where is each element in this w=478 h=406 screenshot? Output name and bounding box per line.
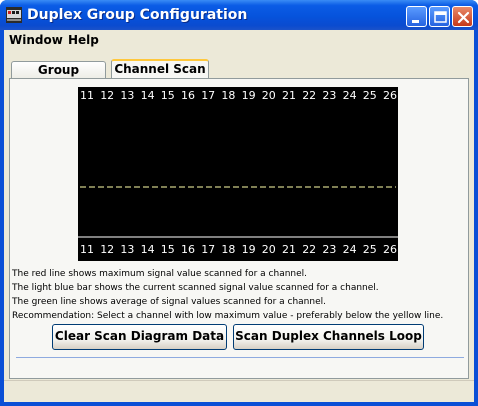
note-recommendation: Recommendation: Select a channel with lo… <box>12 311 444 321</box>
tab-strip: Group Identity Channel Scan <box>4 59 474 91</box>
channel-tick-bottom: 12 <box>100 243 115 256</box>
menu-window[interactable]: Window <box>9 33 63 47</box>
channel-tick-bottom: 18 <box>221 243 236 256</box>
status-bar <box>4 380 474 402</box>
maximize-icon <box>434 11 447 23</box>
channel-tick-bottom: 13 <box>120 243 135 256</box>
scan-channels-loop-button[interactable]: Scan Duplex Channels Loop <box>233 324 424 350</box>
channel-tick-bottom: 25 <box>362 243 377 256</box>
channel-tick-bottom: 14 <box>140 243 155 256</box>
menu-help[interactable]: Help <box>68 33 99 47</box>
tab-group-identity[interactable]: Group Identity <box>11 61 106 91</box>
note-green-line: The green line shows average of signal v… <box>12 297 326 307</box>
channel-scan-panel: 11 12 13 14 15 16 17 18 19 20 21 22 23 24 25 26 11 12 13 1… <box>9 78 469 379</box>
scan-diagram: 11 12 13 14 15 16 17 18 19 20 21 22 23 24 25 26 11 12 13 1… <box>78 87 398 261</box>
application-window: Duplex Group Configuration Window Help G… <box>0 0 478 406</box>
channel-tick-bottom: 26 <box>383 243 397 256</box>
tab-channel-scan[interactable]: Channel Scan <box>111 59 209 80</box>
scan-legend-notes: The red line shows maximum signal value … <box>12 267 470 323</box>
note-blue-bar: The light blue bar shows the current sca… <box>12 283 379 293</box>
menu-bar: Window Help <box>4 30 474 51</box>
title-bar[interactable]: Duplex Group Configuration <box>0 0 478 30</box>
close-icon <box>457 11 470 24</box>
channel-tick-bottom: 21 <box>282 243 296 256</box>
app-icon <box>6 7 22 23</box>
channel-tick-bottom: 15 <box>160 243 175 256</box>
close-button[interactable] <box>452 6 473 27</box>
maximize-button[interactable] <box>429 6 450 27</box>
channel-tick-bottom: 22 <box>302 243 317 256</box>
channel-tick-bottom: 11 <box>80 243 94 256</box>
window-title: Duplex Group Configuration <box>27 7 248 23</box>
scan-diagram-plot <box>78 186 398 238</box>
clear-scan-data-button[interactable]: Clear Scan Diagram Data <box>52 324 227 350</box>
minimize-button[interactable] <box>406 6 427 27</box>
note-red-line: The red line shows maximum signal value … <box>12 269 308 279</box>
panel-separator <box>16 357 464 358</box>
channel-tick-bottom: 19 <box>241 243 256 256</box>
window-client-area: Window Help Group Identity Channel Scan … <box>4 30 474 402</box>
channel-tick-bottom: 23 <box>322 243 337 256</box>
minimize-icon <box>412 20 419 23</box>
channel-tick-bottom: 20 <box>261 243 276 256</box>
channel-tick-bottom: 24 <box>342 243 357 256</box>
channel-tick-bottom: 17 <box>201 243 216 256</box>
channel-tick-bottom: 16 <box>181 243 195 256</box>
